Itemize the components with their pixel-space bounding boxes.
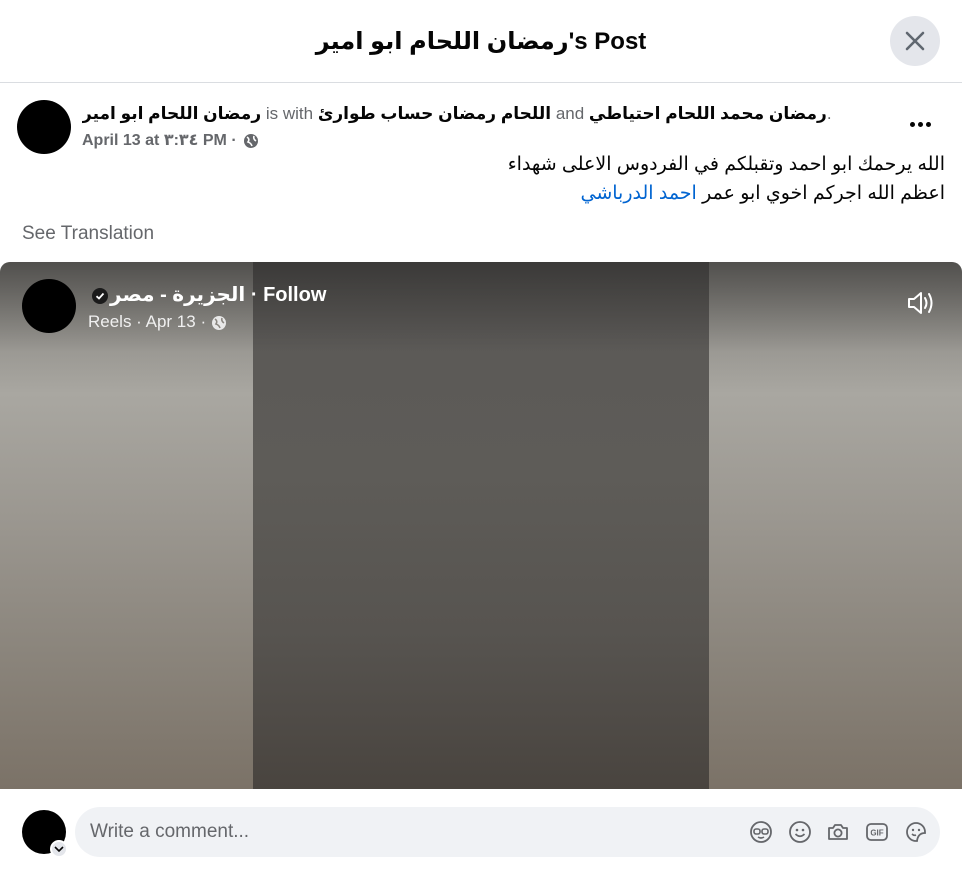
tagged-user-1[interactable]: اللحام رمضان حساب طوارئ (318, 104, 551, 123)
video-meta: Reels · Apr 13 · (88, 312, 207, 331)
comment-input[interactable] (90, 807, 730, 857)
page-name[interactable]: الجزيرة - مصر (110, 284, 245, 306)
with-text: is with (265, 104, 314, 123)
and-text: and (555, 104, 585, 123)
see-translation-link[interactable]: See Translation (22, 222, 154, 246)
emoji-icon[interactable] (788, 820, 812, 844)
author-avatar[interactable] (17, 100, 71, 154)
post-text-line-1: الله يرحمك ابو احمد وتقبلكم في الفردوس ا… (507, 154, 945, 175)
author-name[interactable]: رمضان اللحام ابو امير (82, 104, 261, 123)
verified-badge-icon (92, 287, 108, 304)
close-button[interactable] (890, 16, 940, 66)
globe-icon (211, 315, 226, 330)
video-title: الجزيرة - مصر · Follow (92, 282, 326, 308)
svg-text:GIF: GIF (870, 829, 883, 838)
video-subtitle: Reels · Apr 13 · (88, 311, 227, 333)
sound-toggle-button[interactable] (906, 288, 940, 318)
page-title: رمضان اللحام ابو امير's Post (315, 28, 647, 55)
post-text: الله يرحمك ابو احمد وتقبلكم في الفردوس ا… (45, 150, 945, 208)
comment-composer: GIF (75, 807, 940, 857)
globe-icon (244, 133, 259, 148)
account-switcher-button[interactable] (50, 840, 68, 858)
post-text-line-2: اعظم الله اجركم اخوي ابو عمر احمد الدربا… (45, 179, 945, 208)
author-line: رمضان اللحام ابو امير is with اللحام رمض… (82, 102, 872, 126)
post-text-line-2-prefix: اعظم الله اجركم اخوي ابو عمر (696, 183, 945, 204)
dialog-header: رمضان اللحام ابو امير's Post (0, 0, 962, 83)
gif-icon[interactable]: GIF (865, 820, 889, 844)
post-date[interactable]: April 13 at ٣:٣٤ PM · (82, 132, 237, 149)
video-player[interactable]: الجزيرة - مصر · Follow Reels · Apr 13 · (0, 262, 962, 789)
camera-icon[interactable] (826, 820, 850, 844)
speaker-icon (908, 292, 933, 314)
avatar-sticker-icon[interactable] (749, 820, 773, 844)
trailing-period: . (826, 104, 832, 123)
close-icon (905, 31, 925, 51)
mention-link[interactable]: احمد الدرباشي (581, 183, 697, 204)
tagged-user-2[interactable]: رمضان محمد اللحام احتياطي (589, 104, 827, 123)
page-avatar[interactable] (22, 279, 76, 333)
more-options-button[interactable] (900, 108, 940, 140)
chevron-down-icon (54, 846, 64, 853)
follow-button[interactable]: · Follow (245, 284, 327, 306)
sticker-icon[interactable] (904, 820, 928, 844)
more-options-icon (910, 122, 915, 127)
post-meta: April 13 at ٣:٣٤ PM · (82, 130, 259, 152)
